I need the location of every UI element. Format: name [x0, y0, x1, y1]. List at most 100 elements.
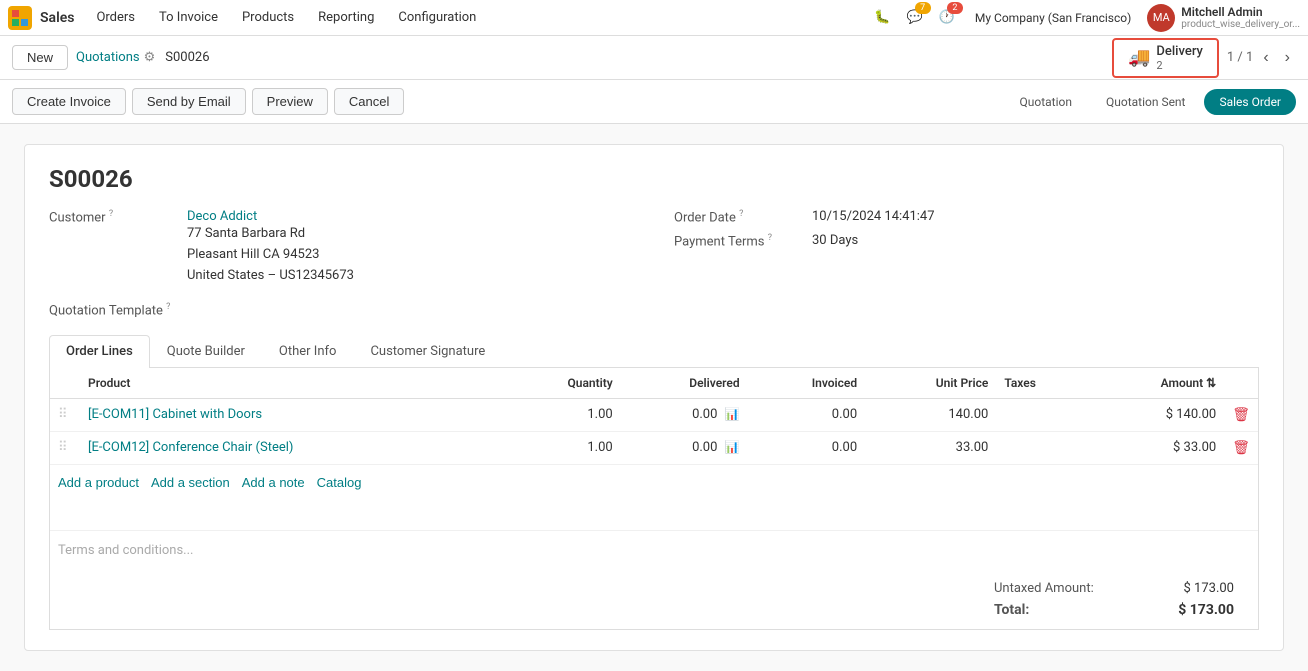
user-sub: product_wise_delivery_or...: [1181, 19, 1300, 30]
delivery-label: Delivery: [1156, 44, 1202, 59]
activity-badge: 2: [947, 2, 963, 14]
amount-sort-icon[interactable]: ⇅: [1206, 376, 1216, 390]
delivered-cell: 0.00 📊: [621, 431, 748, 464]
total-label: Total:: [994, 602, 1029, 618]
col-delivered: Delivered: [621, 368, 748, 399]
pager-text: 1 / 1: [1227, 50, 1253, 65]
col-amount: Amount ⇅: [1087, 368, 1224, 399]
chat-badge: 7: [915, 2, 931, 14]
tab-customer-signature[interactable]: Customer Signature: [353, 335, 502, 367]
chat-icon-btn[interactable]: 💬 7: [903, 6, 927, 29]
order-date-value: 10/15/2024 14:41:47: [812, 209, 935, 224]
col-taxes: Taxes: [996, 368, 1087, 399]
order-lines-table-wrapper: Product Quantity Delivered Invoiced Unit…: [50, 368, 1258, 629]
chart-icon[interactable]: 📊: [725, 407, 740, 421]
customer-name[interactable]: Deco Addict: [187, 209, 354, 224]
tab-quote-builder[interactable]: Quote Builder: [150, 335, 262, 367]
tab-order-lines[interactable]: Order Lines: [49, 335, 150, 368]
nav-icons: 🐛 💬 7 🕐 2 My Company (San Francisco) MA …: [870, 4, 1300, 32]
nav-configuration[interactable]: Configuration: [388, 6, 486, 29]
invoiced-cell: 0.00: [748, 431, 866, 464]
user-avatar: MA: [1147, 4, 1175, 32]
quotation-template-row: Quotation Template ?: [49, 302, 1259, 318]
terms-conditions[interactable]: Terms and conditions...: [50, 530, 1258, 570]
breadcrumb[interactable]: Quotations ⚙: [76, 50, 155, 65]
pager: 1 / 1 ‹ ›: [1227, 47, 1296, 69]
total-row: Total: $ 173.00: [994, 599, 1234, 621]
customer-label: Customer ?: [49, 209, 179, 225]
quantity-cell[interactable]: 1.00: [504, 431, 621, 464]
nav-reporting[interactable]: Reporting: [308, 6, 384, 29]
action-bar: New Quotations ⚙ S00026 🚚 Delivery 2 1 /…: [0, 36, 1308, 80]
status-sales-order[interactable]: Sales Order: [1204, 89, 1296, 115]
customer-field: Customer ? Deco Addict 77 Santa Barbara …: [49, 209, 634, 286]
user-menu[interactable]: MA Mitchell Admin product_wise_delivery_…: [1147, 4, 1300, 32]
product-cell[interactable]: [E-COM12] Conference Chair (Steel): [80, 431, 504, 464]
truck-icon: 🚚: [1128, 47, 1150, 68]
delivery-count: 2: [1156, 59, 1202, 72]
add-product-btn[interactable]: Add a product: [58, 475, 139, 490]
record-id: S00026: [165, 50, 209, 65]
breadcrumb-label: Quotations: [76, 50, 140, 65]
next-button[interactable]: ›: [1279, 47, 1296, 69]
quantity-cell[interactable]: 1.00: [504, 398, 621, 431]
prev-button[interactable]: ‹: [1257, 47, 1274, 69]
order-date-label: Order Date ?: [674, 209, 804, 225]
table-actions: Add a product Add a section Add a note C…: [50, 465, 1258, 500]
tabs: Order Lines Quote Builder Other Info Cus…: [49, 335, 1259, 368]
nav-orders[interactable]: Orders: [86, 6, 145, 29]
order-card: S00026 Customer ? Deco Addict 77 Santa B…: [24, 144, 1284, 651]
app-name[interactable]: Sales: [40, 10, 74, 26]
toolbar: Create Invoice Send by Email Preview Can…: [0, 80, 1308, 124]
drag-handle[interactable]: ⠿: [50, 431, 80, 464]
delete-cell[interactable]: 🗑: [1224, 398, 1258, 431]
payment-terms-label: Payment Terms ?: [674, 233, 804, 249]
table-row: ⠿ [E-COM11] Cabinet with Doors 1.00 0.00…: [50, 398, 1258, 431]
catalog-btn[interactable]: Catalog: [317, 475, 362, 490]
totals-section: Untaxed Amount: $ 173.00 Total: $ 173.00: [50, 570, 1258, 629]
app-logo: [8, 6, 32, 30]
create-invoice-button[interactable]: Create Invoice: [12, 88, 126, 115]
order-dates: Order Date ? 10/15/2024 14:41:47 Payment…: [674, 209, 1259, 286]
unit-price-cell[interactable]: 140.00: [865, 398, 996, 431]
status-quotation-sent[interactable]: Quotation Sent: [1091, 89, 1201, 115]
nav-products[interactable]: Products: [232, 6, 304, 29]
activity-icon-btn[interactable]: 🕐 2: [935, 6, 959, 29]
product-cell[interactable]: [E-COM11] Cabinet with Doors: [80, 398, 504, 431]
add-note-btn[interactable]: Add a note: [242, 475, 305, 490]
quotation-template-label: Quotation Template ?: [49, 302, 179, 318]
top-nav: Sales Orders To Invoice Products Reporti…: [0, 0, 1308, 36]
preview-button[interactable]: Preview: [252, 88, 328, 115]
delivery-button[interactable]: 🚚 Delivery 2: [1112, 38, 1219, 78]
send-by-email-button[interactable]: Send by Email: [132, 88, 246, 115]
customer-address: 77 Santa Barbara Rd Pleasant Hill CA 945…: [187, 224, 354, 286]
delete-cell[interactable]: 🗑: [1224, 431, 1258, 464]
status-quotation[interactable]: Quotation: [1005, 89, 1087, 115]
untaxed-value: $ 173.00: [1184, 581, 1235, 596]
col-unit-price: Unit Price: [865, 368, 996, 399]
bug-icon-btn[interactable]: 🐛: [870, 6, 894, 29]
order-lines-table: Product Quantity Delivered Invoiced Unit…: [50, 368, 1258, 465]
user-name: Mitchell Admin: [1181, 5, 1300, 19]
add-section-btn[interactable]: Add a section: [151, 475, 230, 490]
table-row: ⠿ [E-COM12] Conference Chair (Steel) 1.0…: [50, 431, 1258, 464]
payment-terms-value: 30 Days: [812, 233, 858, 248]
unit-price-cell[interactable]: 33.00: [865, 431, 996, 464]
col-product: Product: [80, 368, 504, 399]
drag-handle[interactable]: ⠿: [50, 398, 80, 431]
nav-to-invoice[interactable]: To Invoice: [149, 6, 228, 29]
tab-content: Product Quantity Delivered Invoiced Unit…: [49, 368, 1259, 630]
chart-icon[interactable]: 📊: [725, 440, 740, 454]
taxes-cell[interactable]: [996, 398, 1087, 431]
invoiced-cell: 0.00: [748, 398, 866, 431]
gear-icon[interactable]: ⚙: [144, 50, 156, 65]
tab-other-info[interactable]: Other Info: [262, 335, 354, 367]
col-quantity: Quantity: [504, 368, 621, 399]
taxes-cell[interactable]: [996, 431, 1087, 464]
cancel-button[interactable]: Cancel: [334, 88, 404, 115]
delete-icon[interactable]: 🗑: [1232, 407, 1250, 423]
untaxed-amount-row: Untaxed Amount: $ 173.00: [994, 578, 1234, 599]
delete-icon[interactable]: 🗑: [1232, 440, 1250, 456]
new-button[interactable]: New: [12, 45, 68, 70]
main-content: S00026 Customer ? Deco Addict 77 Santa B…: [0, 124, 1308, 671]
